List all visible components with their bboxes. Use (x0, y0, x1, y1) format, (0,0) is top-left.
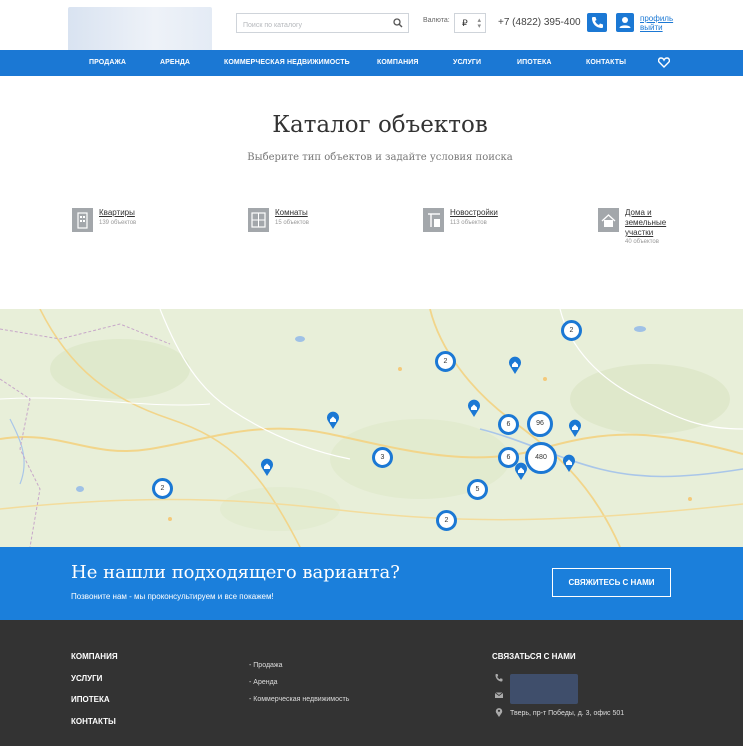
map-pin-icon[interactable] (260, 458, 274, 476)
footer-link-services[interactable]: УСЛУГИ (71, 674, 102, 683)
category-name[interactable]: Квартиры (99, 208, 135, 218)
search-box[interactable] (236, 13, 409, 35)
map-cluster[interactable]: 2 (435, 351, 456, 372)
footer-link-commercial[interactable]: - Коммерческая недвижимость (249, 696, 349, 703)
nav-item-company[interactable]: КОМПАНИЯ (377, 59, 419, 66)
page-subtitle: Выберите тип объектов и задайте условия … (247, 152, 513, 163)
category-apartments[interactable]: Квартиры 139 объектов (72, 208, 222, 248)
contact-banner: Не нашли подходящего варианта? Позвоните… (0, 547, 743, 620)
banner-title: Не нашли подходящего варианта? (71, 562, 400, 583)
category-count: 40 объектов (625, 239, 659, 245)
chevron-updown-icon: ▴ ▾ (477, 17, 481, 30)
map-background (0, 309, 743, 547)
map-pin-icon[interactable] (514, 462, 528, 480)
banner-subtitle: Позвоните нам - мы проконсультируем и вс… (71, 592, 274, 601)
location-pin-icon (495, 708, 503, 717)
main-nav: ПРОДАЖА АРЕНДА КОММЕРЧЕСКАЯ НЕДВИЖИМОСТЬ… (0, 50, 743, 76)
building-icon (72, 208, 93, 232)
category-count: 113 объектов (450, 220, 487, 226)
footer-link-company[interactable]: КОМПАНИЯ (71, 652, 118, 661)
nav-item-sale[interactable]: ПРОДАЖА (89, 59, 126, 66)
map-cluster[interactable]: 5 (467, 479, 488, 500)
profile-link[interactable]: профиль (640, 14, 673, 23)
category-houses[interactable]: Дома и земельные участки 40 объектов (598, 208, 743, 256)
heart-icon[interactable] (658, 57, 670, 68)
map-pin-icon[interactable] (568, 419, 582, 437)
map-pin-icon[interactable] (508, 356, 522, 374)
phone-icon (592, 17, 603, 28)
page-title: Каталог объектов (272, 112, 488, 138)
map-pin-icon[interactable] (467, 399, 481, 417)
search-input[interactable] (237, 16, 387, 35)
map-pin-icon[interactable] (562, 454, 576, 472)
footer-link-sale[interactable]: - Продажа (249, 662, 283, 669)
user-button[interactable] (616, 13, 634, 32)
map-cluster[interactable]: 2 (561, 320, 582, 341)
phone-number[interactable]: +7 (4822) 395-400 (498, 17, 581, 28)
nav-item-mortgage[interactable]: ИПОТЕКА (517, 59, 551, 66)
footer-link-mortgage[interactable]: ИПОТЕКА (71, 695, 110, 704)
profile-links: профиль выйти (640, 14, 673, 32)
footer-link-rent[interactable]: - Аренда (249, 679, 278, 686)
logout-link[interactable]: выйти (640, 23, 673, 32)
map-cluster[interactable]: 2 (152, 478, 173, 499)
nav-item-services[interactable]: УСЛУГИ (453, 59, 481, 66)
contact-us-button[interactable]: СВЯЖИТЕСЬ С НАМИ (552, 568, 671, 597)
map-cluster[interactable]: 3 (372, 447, 393, 468)
search-icon[interactable] (393, 18, 403, 28)
map-cluster[interactable]: 480 (525, 442, 557, 474)
mail-icon (494, 692, 504, 698)
room-icon (248, 208, 269, 232)
category-name[interactable]: Комнаты (275, 208, 308, 218)
category-new-buildings[interactable]: Новостройки 113 объектов (423, 208, 573, 248)
currency-select[interactable]: ₽ ▴ ▾ (454, 13, 486, 33)
user-icon (619, 17, 631, 28)
nav-item-rent[interactable]: АРЕНДА (160, 59, 190, 66)
footer-contact-title: СВЯЗАТЬСЯ С НАМИ (492, 652, 576, 661)
nav-item-commercial[interactable]: КОММЕРЧЕСКАЯ НЕДВИЖИМОСТЬ (224, 59, 350, 66)
currency-label: Валюта: (423, 17, 450, 24)
map[interactable]: 2 2 3 5 6 96 6 480 2 2 (0, 309, 743, 547)
currency-value: ₽ (462, 18, 468, 28)
logo[interactable] (68, 7, 212, 52)
crane-icon (423, 208, 444, 232)
category-count: 139 объектов (99, 220, 137, 226)
category-rooms[interactable]: Комнаты 15 объектов (248, 208, 398, 248)
nav-item-contacts[interactable]: КОНТАКТЫ (586, 59, 626, 66)
map-pin-icon[interactable] (326, 411, 340, 429)
footer-contact-redacted (510, 674, 578, 704)
house-icon (598, 208, 619, 232)
category-name[interactable]: Дома и земельные участки (625, 208, 666, 238)
category-name[interactable]: Новостройки (450, 208, 498, 218)
footer: КОМПАНИЯ УСЛУГИ ИПОТЕКА КОНТАКТЫ - Прода… (0, 620, 743, 746)
map-cluster[interactable]: 2 (436, 510, 457, 531)
phone-icon (495, 674, 503, 682)
footer-address: Тверь, пр-т Победы, д. 3, офис 501 (510, 710, 625, 717)
map-cluster[interactable]: 96 (527, 411, 553, 437)
phone-button[interactable] (587, 13, 607, 32)
category-count: 15 объектов (275, 220, 309, 226)
map-cluster[interactable]: 6 (498, 414, 519, 435)
footer-link-contacts[interactable]: КОНТАКТЫ (71, 717, 116, 726)
